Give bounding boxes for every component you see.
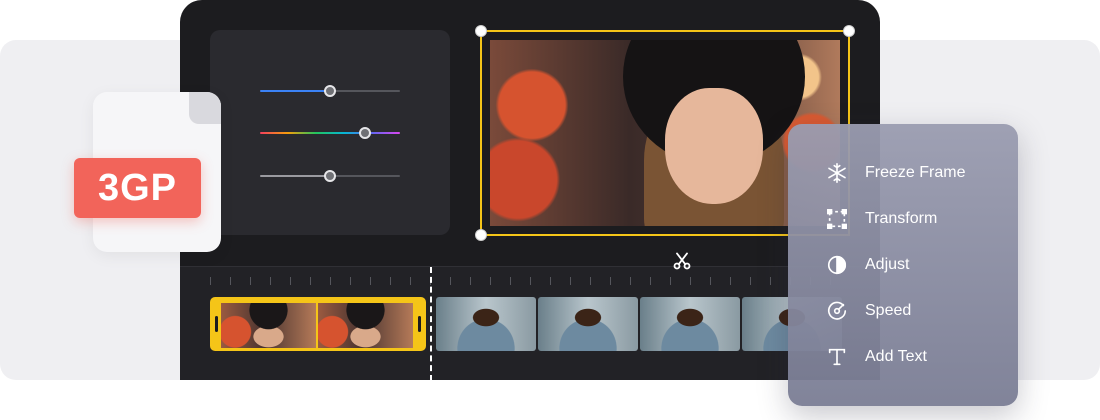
slider-knob[interactable] [324, 85, 336, 97]
file-fold-corner [189, 92, 221, 124]
format-badge: 3GP [74, 158, 201, 218]
video-editor-window [180, 0, 880, 380]
clip-thumbnail [640, 297, 740, 351]
scissors-icon[interactable] [672, 251, 692, 271]
playhead[interactable] [430, 252, 691, 380]
menu-item-add-text[interactable]: Add Text [826, 343, 1006, 371]
text-icon [828, 348, 846, 366]
menu-item-label: Freeze Frame [865, 164, 966, 181]
resize-handle-bottom-left[interactable] [475, 229, 487, 241]
hue-slider[interactable] [260, 127, 400, 139]
resize-handle-top-left[interactable] [475, 25, 487, 37]
slider-knob[interactable] [359, 127, 371, 139]
blue-slider[interactable] [260, 85, 400, 97]
menu-item-speed[interactable]: Speed [826, 297, 1006, 325]
clip-track[interactable] [436, 297, 842, 351]
resize-handle-top-right[interactable] [843, 25, 855, 37]
menu-item-label: Adjust [865, 256, 910, 273]
menu-item-transform[interactable]: Transform [826, 205, 1006, 233]
clip-trim-handle-right[interactable] [418, 316, 421, 332]
gray-slider[interactable] [260, 170, 400, 182]
transform-icon [827, 209, 847, 229]
menu-item-label: Speed [865, 302, 912, 319]
selected-clip[interactable] [210, 297, 426, 351]
context-menu: Freeze Frame Transform Adjust Speed Add … [788, 124, 1018, 406]
timeline-ruler [210, 277, 850, 285]
contrast-icon [827, 255, 847, 275]
clip-thumbnail [436, 297, 536, 351]
menu-item-label: Transform [865, 210, 938, 227]
speedometer-icon [827, 301, 847, 320]
menu-item-adjust[interactable]: Adjust [826, 251, 1006, 279]
timeline [180, 252, 880, 380]
clip-thumbnail [538, 297, 638, 351]
menu-item-freeze-frame[interactable]: Freeze Frame [826, 159, 1006, 187]
face-shape [665, 88, 763, 204]
adjust-panel [210, 30, 450, 235]
clip-thumbnail [318, 303, 413, 348]
snowflake-icon [828, 163, 846, 183]
clip-trim-handle-left[interactable] [215, 316, 218, 332]
clip-thumbnail [221, 303, 316, 348]
slider-knob[interactable] [324, 170, 336, 182]
menu-item-label: Add Text [865, 348, 927, 365]
